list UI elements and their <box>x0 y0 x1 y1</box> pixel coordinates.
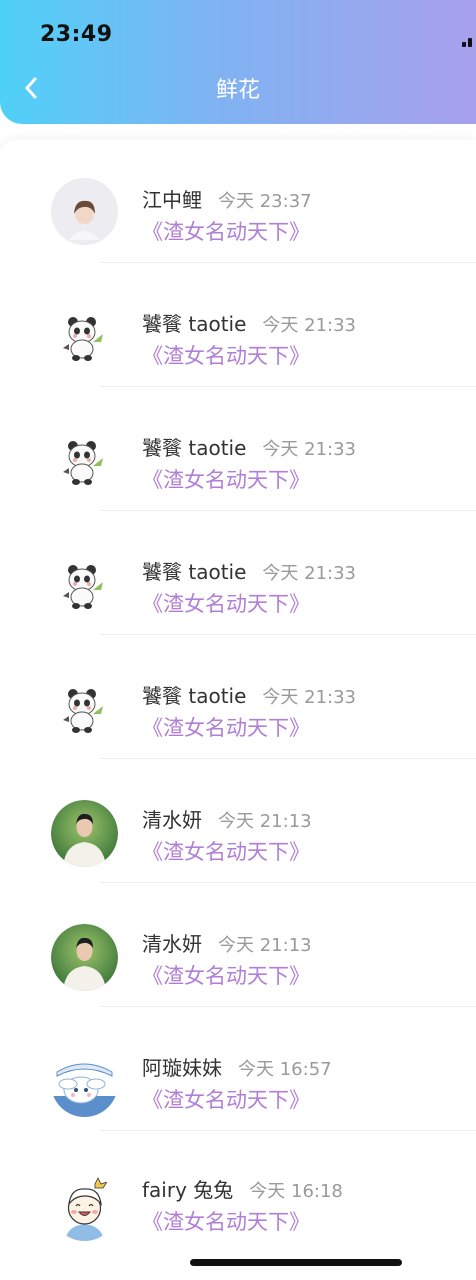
user-name: 江中鲤 <box>142 188 202 212</box>
list-item[interactable]: 清水妍 今天 21:13 《渣女名动天下》 <box>0 884 476 1008</box>
panda-avatar-icon <box>51 550 118 617</box>
timestamp: 今天 21:13 <box>218 811 312 832</box>
avatar <box>51 674 118 741</box>
divider <box>100 882 476 883</box>
cartoon-boy-avatar-icon <box>51 1174 118 1241</box>
book-title-link[interactable]: 《渣女名动天下》 <box>142 960 310 990</box>
timestamp: 今天 21:33 <box>262 439 357 460</box>
divider <box>100 386 476 387</box>
list-item[interactable]: 饕餮 taotie 今天 21:33 《渣女名动天下》 <box>0 264 476 388</box>
user-name: 饕餮 taotie <box>142 560 247 584</box>
user-name: 清水妍 <box>142 932 202 956</box>
cellular-signal-icon <box>462 35 476 47</box>
home-indicator[interactable] <box>190 1259 402 1266</box>
divider <box>100 510 476 511</box>
avatar <box>51 178 118 245</box>
book-title-link[interactable]: 《渣女名动天下》 <box>142 1206 310 1236</box>
list-item[interactable]: 清水妍 今天 21:13 《渣女名动天下》 <box>0 760 476 884</box>
avatar <box>51 302 118 369</box>
photo-avatar-icon <box>51 924 118 991</box>
book-title-link[interactable]: 《渣女名动天下》 <box>142 712 310 742</box>
timestamp: 今天 21:33 <box>262 687 357 708</box>
book-title-link[interactable]: 《渣女名动天下》 <box>142 588 310 618</box>
book-title-link[interactable]: 《渣女名动天下》 <box>142 340 310 370</box>
page-title: 鲜花 <box>215 78 260 103</box>
user-name: 清水妍 <box>142 808 202 832</box>
status-bar-time: 23:49 <box>40 22 113 47</box>
user-name: 饕餮 taotie <box>142 436 247 460</box>
timestamp: 今天 21:33 <box>262 563 357 584</box>
divider <box>100 1006 476 1007</box>
list-item[interactable]: 饕餮 taotie 今天 21:33 《渣女名动天下》 <box>0 636 476 760</box>
user-name: 阿璇妹妹 <box>142 1056 222 1080</box>
timestamp: 今天 21:13 <box>218 935 312 956</box>
book-title-link[interactable]: 《渣女名动天下》 <box>142 836 310 866</box>
list-item[interactable]: 江中鲤 今天 23:37 《渣女名动天下》 <box>0 140 476 264</box>
avatar <box>51 800 118 867</box>
user-name: 饕餮 taotie <box>142 312 247 336</box>
book-title-link[interactable]: 《渣女名动天下》 <box>142 1084 310 1114</box>
user-name: 饕餮 taotie <box>142 684 247 708</box>
avatar <box>51 1050 118 1117</box>
flower-list: 江中鲤 今天 23:37 《渣女名动天下》 饕餮 taotie 今天 21:33… <box>0 140 476 1280</box>
avatar <box>51 924 118 991</box>
divider <box>100 1130 476 1131</box>
timestamp: 今天 16:18 <box>249 1181 343 1202</box>
panda-avatar-icon <box>51 674 118 741</box>
list-item[interactable]: 饕餮 taotie 今天 21:33 《渣女名动天下》 <box>0 388 476 512</box>
panda-avatar-icon <box>51 426 118 493</box>
panda-avatar-icon <box>51 302 118 369</box>
divider <box>100 634 476 635</box>
cinnamoroll-avatar-icon <box>51 1050 118 1117</box>
header: 23:49 鲜花 <box>0 0 476 124</box>
list-item[interactable]: 饕餮 taotie 今天 21:33 《渣女名动天下》 <box>0 512 476 636</box>
divider <box>100 758 476 759</box>
timestamp: 今天 23:37 <box>218 191 312 212</box>
list-item[interactable]: fairy 兔兔 今天 16:18 《渣女名动天下》 <box>0 1132 476 1256</box>
book-title-link[interactable]: 《渣女名动天下》 <box>142 216 310 246</box>
book-title-link[interactable]: 《渣女名动天下》 <box>142 464 310 494</box>
avatar <box>51 426 118 493</box>
avatar <box>51 550 118 617</box>
avatar <box>51 1174 118 1241</box>
timestamp: 今天 21:33 <box>262 315 357 336</box>
user-name: fairy 兔兔 <box>142 1178 234 1202</box>
photo-avatar-icon <box>51 800 118 867</box>
list-item[interactable]: 阿璇妹妹 今天 16:57 《渣女名动天下》 <box>0 1008 476 1132</box>
divider <box>100 262 476 263</box>
boy-avatar-icon <box>51 178 118 245</box>
timestamp: 今天 16:57 <box>238 1059 332 1080</box>
